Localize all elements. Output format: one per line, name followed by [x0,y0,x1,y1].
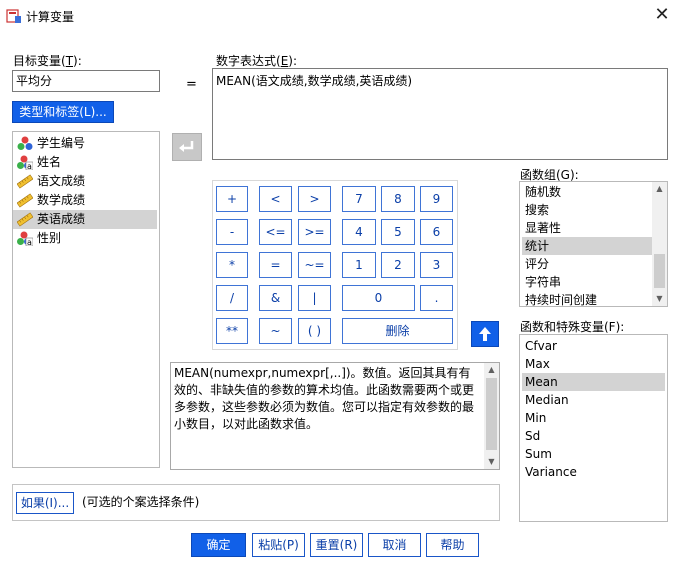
nominal-string-icon: a [17,231,33,246]
list-item[interactable]: Max [522,355,665,373]
list-item[interactable]: Min [522,409,665,427]
key-5[interactable]: 5 [381,219,415,245]
key-4[interactable]: 4 [342,219,376,245]
svg-text:a: a [27,162,32,170]
variable-item[interactable]: 学生编号 [13,134,157,153]
list-item[interactable]: 评分 [522,255,652,273]
target-variable-label: 目标变量(T): [13,54,82,68]
key-not[interactable]: ~ [259,318,292,344]
key-1[interactable]: 1 [342,252,376,278]
variable-item[interactable]: a 姓名 [13,153,157,172]
key-or[interactable]: | [298,285,331,311]
scale-icon [17,193,33,208]
equals-sign: = [186,77,197,92]
list-item[interactable]: 持续时间创建 [522,291,652,309]
numeric-expression-input[interactable]: MEAN(语文成绩,数学成绩,英语成绩) [212,68,668,160]
key-equals[interactable]: = [259,252,292,278]
list-item[interactable]: Mean [522,373,665,391]
title-bar: 计算变量 ✕ [0,0,680,32]
scroll-up-icon[interactable]: ▲ [484,363,499,377]
list-item[interactable]: 统计 [522,237,652,255]
move-to-expression-button[interactable] [172,133,202,161]
scroll-thumb[interactable] [486,378,497,450]
list-item[interactable]: 显著性 [522,219,652,237]
numeric-expression-label: 数字表达式(E): [216,54,298,68]
key-decimal[interactable]: . [420,285,453,311]
key-delete[interactable]: 删除 [342,318,453,344]
scroll-down-icon[interactable]: ▼ [484,455,499,469]
if-button[interactable]: 如果(I)... [16,492,74,514]
arrow-up-icon [479,327,491,341]
target-variable-input[interactable]: 平均分 [12,70,160,92]
cancel-button[interactable]: 取消 [368,533,421,557]
svg-text:a: a [27,238,32,246]
list-item[interactable]: Sd [522,427,665,445]
key-power[interactable]: ** [216,318,248,344]
function-description-text: MEAN(numexpr,numexpr[,..])。数值。返回其具有有效的、非… [174,366,475,431]
list-item[interactable]: 字符串 [522,273,652,291]
app-icon [6,9,21,23]
key-minus[interactable]: - [216,219,248,245]
key-8[interactable]: 8 [381,186,415,212]
key-divide[interactable]: / [216,285,248,311]
scroll-thumb[interactable] [654,254,665,288]
key-and[interactable]: & [259,285,292,311]
list-item[interactable]: 随机数 [522,183,652,201]
if-condition-note: (可选的个案选择条件) [82,495,200,509]
reset-button[interactable]: 重置(R) [310,533,363,557]
key-multiply[interactable]: * [216,252,248,278]
variable-item[interactable]: 数学成绩 [13,191,157,210]
key-plus[interactable]: + [216,186,248,212]
key-0[interactable]: 0 [342,285,415,311]
paste-button[interactable]: 粘贴(P) [252,533,305,557]
insert-function-button[interactable] [471,321,499,347]
key-6[interactable]: 6 [420,219,453,245]
description-scrollbar[interactable]: ▲ ▼ [484,363,499,469]
key-greater-than[interactable]: > [298,186,331,212]
key-3[interactable]: 3 [420,252,453,278]
key-greater-equal[interactable]: >= [298,219,331,245]
key-less-than[interactable]: < [259,186,292,212]
key-2[interactable]: 2 [381,252,415,278]
nominal-string-icon: a [17,155,33,170]
list-item[interactable]: Median [522,391,665,409]
scale-icon [17,212,33,227]
variable-item[interactable]: 语文成绩 [13,172,157,191]
variable-item[interactable]: 英语成绩 [13,210,157,229]
key-not-equal[interactable]: ~= [298,252,331,278]
key-less-equal[interactable]: <= [259,219,292,245]
key-9[interactable]: 9 [420,186,453,212]
list-item[interactable]: 搜索 [522,201,652,219]
function-group-scrollbar[interactable]: ▲ ▼ [652,182,667,306]
return-arrow-icon [179,141,194,152]
function-description-panel: MEAN(numexpr,numexpr[,..])。数值。返回其具有有效的、非… [170,362,500,470]
variable-item[interactable]: a 性别 [13,229,157,248]
window-title: 计算变量 [26,10,75,24]
ok-button[interactable]: 确定 [191,533,246,557]
close-icon[interactable]: ✕ [650,4,674,28]
variable-list[interactable]: 学生编号 a 姓名 语文成绩 数学成绩 英语成绩 a 性别 [12,131,160,468]
list-item[interactable]: Variance [522,463,665,481]
nominal-icon [17,136,33,150]
key-7[interactable]: 7 [342,186,376,212]
scroll-up-icon[interactable]: ▲ [652,182,667,196]
key-parentheses[interactable]: ( ) [298,318,331,344]
help-button[interactable]: 帮助 [426,533,479,557]
scale-icon [17,174,33,189]
scroll-down-icon[interactable]: ▼ [652,292,667,306]
functions-label: 函数和特殊变量(F): [520,320,625,334]
list-item[interactable]: Sum [522,445,665,463]
type-and-label-button[interactable]: 类型和标签(L)... [12,101,114,123]
function-group-list[interactable]: 随机数 搜索 显著性 统计 评分 字符串 持续时间创建 ▲ ▼ [519,181,668,307]
functions-list[interactable]: Cfvar Max Mean Median Min Sd Sum Varianc… [519,334,668,522]
list-item[interactable]: Cfvar [522,337,665,355]
